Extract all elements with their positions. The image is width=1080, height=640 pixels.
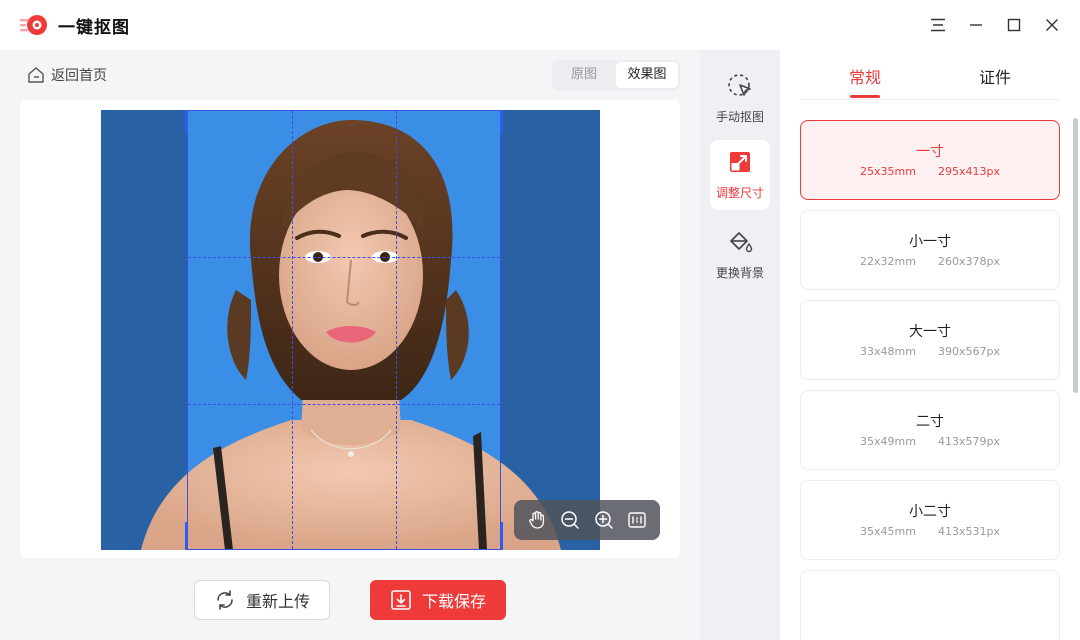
size-dims: 22x32mm 260x378px	[801, 255, 1059, 268]
tools-sidebar: 手动抠图 调整尺寸 更换背景	[700, 50, 780, 640]
view-toggle: 原图 效果图	[552, 60, 680, 90]
close-icon	[1046, 19, 1058, 31]
size-panel: 常规 证件 一寸 25x35mm 295x413px 小一寸 22x32mm 2…	[780, 50, 1080, 640]
size-mm: 33x48mm	[860, 345, 916, 358]
fit-icon	[628, 512, 646, 528]
size-dims: 35x49mm 413x579px	[801, 435, 1059, 448]
resize-icon	[730, 152, 750, 172]
size-name: 小一寸	[909, 234, 951, 250]
app-title: 一键抠图	[58, 18, 130, 38]
tool-resize[interactable]: 调整尺寸	[710, 140, 770, 210]
size-dims: 25x35mm 295x413px	[801, 165, 1059, 178]
size-list-scrollbar[interactable]	[1073, 118, 1078, 393]
back-home-label: 返回首页	[51, 68, 107, 84]
maximize-button[interactable]	[1002, 13, 1026, 37]
crop-handle-top-right[interactable]	[500, 110, 503, 134]
tab-active-indicator	[850, 95, 880, 98]
size-card-partial[interactable]	[800, 570, 1060, 640]
zoom-out-button[interactable]	[557, 507, 583, 533]
size-card-yicun[interactable]: 一寸 25x35mm 295x413px	[800, 120, 1060, 200]
download-icon	[391, 590, 411, 610]
download-button[interactable]: 下载保存	[370, 580, 506, 620]
back-home-link[interactable]: 返回首页	[27, 64, 107, 86]
title-bar: 一键抠图	[0, 0, 1080, 50]
reupload-label: 重新上传	[245, 592, 310, 611]
hand-icon	[528, 511, 544, 529]
crop-frame[interactable]	[187, 110, 501, 550]
size-dims: 35x45mm 413x531px	[801, 525, 1059, 538]
crop-guide-v2	[396, 111, 397, 549]
size-card-xiaoercun[interactable]: 小二寸 35x45mm 413x531px	[800, 480, 1060, 560]
cursor-select-icon	[728, 74, 751, 96]
size-name: 小二寸	[909, 504, 951, 520]
close-button[interactable]	[1040, 13, 1064, 37]
size-mm: 35x49mm	[860, 435, 916, 448]
size-px: 295x413px	[937, 165, 1000, 178]
menu-icon	[931, 18, 945, 32]
download-label: 下载保存	[421, 592, 486, 611]
minimize-button[interactable]	[964, 13, 988, 37]
tool-manual-cutout[interactable]: 手动抠图	[710, 64, 770, 134]
tab-id-photo[interactable]: 证件	[979, 64, 1011, 88]
size-name: 二寸	[916, 414, 944, 430]
size-px: 413x579px	[937, 435, 1000, 448]
hand-tool-button[interactable]	[524, 507, 550, 533]
menu-button[interactable]	[926, 13, 950, 37]
zoom-out-icon	[561, 511, 579, 529]
fit-screen-button[interactable]	[624, 507, 650, 533]
crop-handle-top-left[interactable]	[185, 110, 188, 134]
size-px: 260x378px	[937, 255, 1000, 268]
zoom-in-button[interactable]	[591, 507, 617, 533]
zoom-toolbar	[514, 500, 660, 540]
crop-handle-bottom-right[interactable]	[500, 522, 503, 550]
maximize-icon	[1007, 18, 1021, 32]
tool-manual-cutout-label: 手动抠图	[715, 110, 764, 124]
size-mm: 25x35mm	[860, 165, 916, 178]
paint-bucket-icon	[730, 232, 753, 253]
tab-regular[interactable]: 常规	[849, 64, 881, 88]
tab-effect[interactable]: 效果图	[616, 62, 678, 88]
size-card-dayicun[interactable]: 大一寸 33x48mm 390x567px	[800, 300, 1060, 380]
size-tabs: 常规 证件	[800, 50, 1060, 100]
size-px: 413x531px	[937, 525, 1000, 538]
tab-original[interactable]: 原图	[556, 60, 612, 90]
size-dims: 33x48mm 390x567px	[801, 345, 1059, 358]
size-mm: 35x45mm	[860, 525, 916, 538]
tool-resize-label: 调整尺寸	[715, 186, 764, 200]
home-icon	[28, 67, 44, 83]
tool-change-background[interactable]: 更换背景	[710, 220, 770, 290]
size-name: 大一寸	[909, 324, 951, 340]
size-list: 一寸 25x35mm 295x413px 小一寸 22x32mm 260x378…	[800, 120, 1060, 640]
size-mm: 22x32mm	[860, 255, 916, 268]
minimize-icon	[970, 24, 982, 26]
zoom-in-icon	[595, 511, 613, 529]
size-px: 390x567px	[937, 345, 1000, 358]
crop-guide-v1	[292, 111, 293, 549]
refresh-icon	[217, 590, 233, 610]
reupload-button[interactable]: 重新上传	[194, 580, 330, 620]
crop-guide-h1	[188, 257, 500, 258]
size-card-ercun[interactable]: 二寸 35x49mm 413x579px	[800, 390, 1060, 470]
app-logo-icon	[20, 15, 47, 35]
crop-handle-bottom-left[interactable]	[185, 522, 188, 550]
tool-change-background-label: 更换背景	[715, 266, 764, 280]
crop-guide-h2	[188, 404, 500, 405]
size-card-xiaoyicun[interactable]: 小一寸 22x32mm 260x378px	[800, 210, 1060, 290]
size-name: 一寸	[916, 144, 944, 160]
